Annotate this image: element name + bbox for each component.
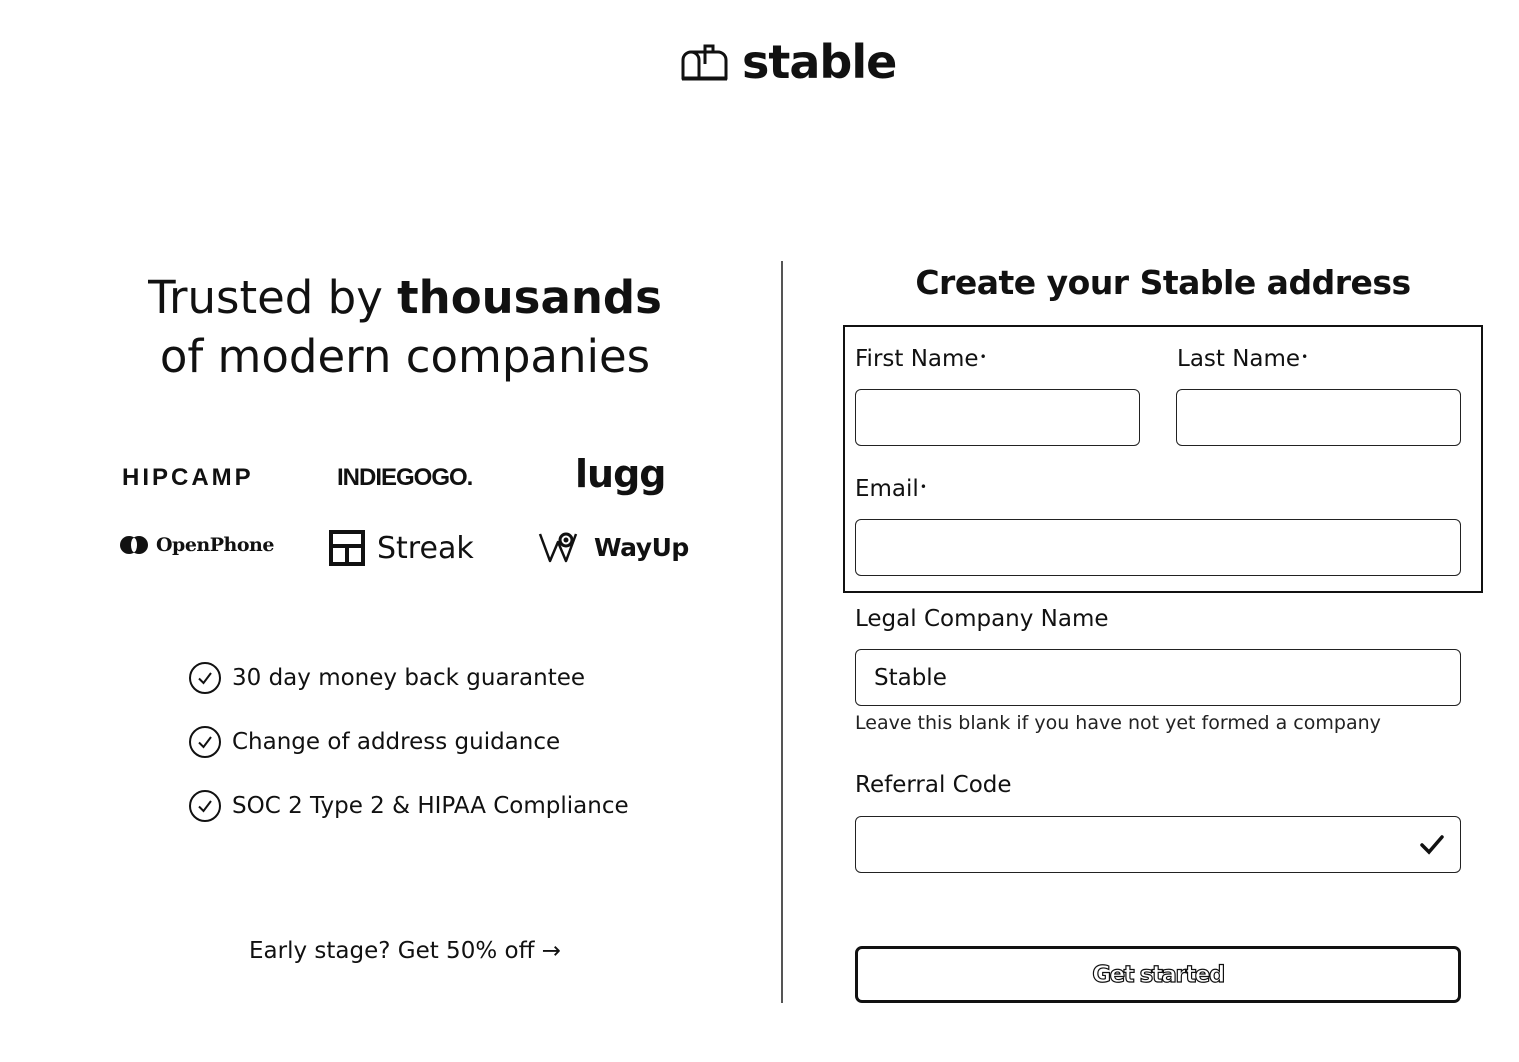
streak-icon — [329, 530, 365, 566]
brand-logo-openphone: OpenPhone — [118, 534, 274, 556]
brand-name: HIPCAMP — [122, 464, 254, 491]
referral-code-input[interactable] — [855, 816, 1461, 873]
form-title: Create your Stable address — [915, 263, 1411, 302]
headline-part2: of modern companies — [159, 330, 651, 383]
feature-text: 30 day money back guarantee — [232, 665, 586, 691]
first-name-label: First Name• — [855, 345, 987, 373]
logo-text: stable — [742, 35, 897, 89]
last-name-label-text: Last Name — [1177, 346, 1301, 372]
brand-name: lugg — [575, 452, 666, 496]
company-name-label: Legal Company Name — [855, 606, 1109, 632]
feature-text: Change of address guidance — [232, 729, 561, 755]
stable-logo[interactable]: stable — [680, 35, 897, 89]
feature-list: 30 day money back guarantee Change of ad… — [188, 646, 629, 838]
feature-text: SOC 2 Type 2 & HIPAA Compliance — [232, 793, 629, 819]
required-marker: • — [1301, 350, 1309, 364]
wayup-icon — [538, 532, 578, 563]
trusted-headline: Trusted by thousands of modern companies — [120, 268, 690, 386]
brand-name: OpenPhone — [156, 534, 274, 556]
referral-code-label: Referral Code — [855, 772, 1012, 798]
feature-item: 30 day money back guarantee — [188, 646, 629, 710]
first-name-label-text: First Name — [855, 346, 979, 372]
company-name-input[interactable] — [855, 649, 1461, 706]
last-name-label: Last Name• — [1177, 345, 1308, 373]
email-input[interactable] — [855, 519, 1461, 576]
headline-part1: Trusted by — [148, 271, 398, 324]
early-stage-discount-link[interactable]: Early stage? Get 50% off → — [120, 938, 690, 964]
openphone-icon — [120, 536, 148, 554]
check-circle-icon — [189, 790, 221, 822]
brand-logo-indiegogo: INDIEGOGO. — [337, 464, 473, 492]
signup-page: stable Trusted by thousands of modern co… — [0, 0, 1519, 1062]
company-name-hint: Leave this blank if you have not yet for… — [855, 712, 1381, 734]
check-circle-icon — [189, 726, 221, 758]
mailbox-icon — [681, 44, 728, 81]
last-name-input[interactable] — [1176, 389, 1461, 446]
column-divider — [781, 261, 783, 1003]
brand-name: INDIEGOGO. — [337, 464, 473, 491]
brand-name: Streak — [377, 530, 474, 566]
brand-logo-hipcamp: HIPCAMP — [122, 464, 254, 492]
brand-name: WayUp — [594, 532, 689, 562]
feature-item: SOC 2 Type 2 & HIPAA Compliance — [188, 774, 629, 838]
get-started-button[interactable]: Get started — [855, 946, 1461, 1003]
email-label: Email• — [855, 475, 927, 503]
feature-item: Change of address guidance — [188, 710, 629, 774]
brand-logo-wayup: WayUp — [538, 530, 689, 564]
headline-bold: thousands — [397, 271, 662, 324]
required-marker: • — [979, 350, 987, 364]
email-label-text: Email — [855, 476, 919, 502]
check-circle-icon — [189, 662, 221, 694]
checkmark-icon — [1420, 835, 1444, 855]
brand-logo-lugg: lugg — [575, 452, 666, 496]
required-marker: • — [919, 480, 927, 494]
first-name-input[interactable] — [855, 389, 1140, 446]
brand-logo-streak: Streak — [329, 530, 474, 566]
